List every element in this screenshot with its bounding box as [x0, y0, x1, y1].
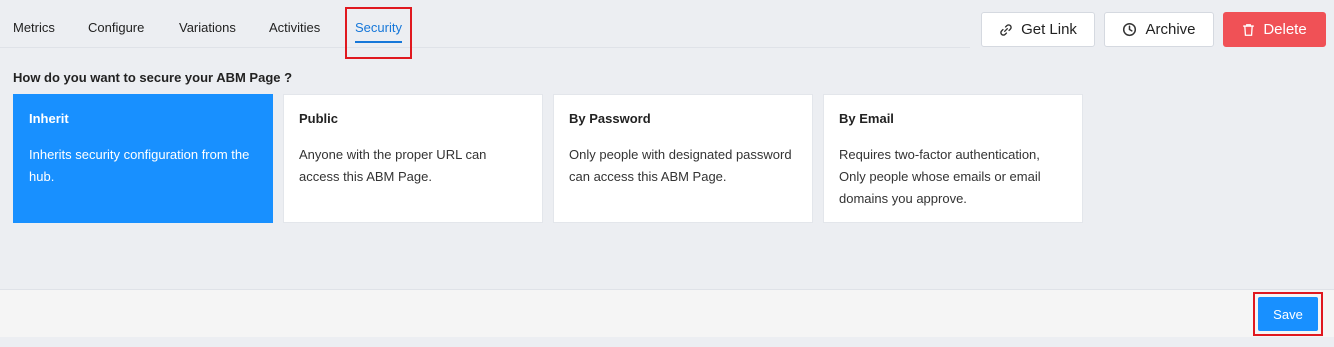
security-question: How do you want to secure your ABM Page …: [13, 70, 293, 85]
tab-metrics[interactable]: Metrics: [13, 20, 55, 35]
link-icon: [999, 23, 1013, 37]
tab-variations[interactable]: Variations: [179, 20, 236, 35]
get-link-label: Get Link: [1021, 21, 1077, 38]
option-title: Inherit: [29, 111, 69, 126]
save-button[interactable]: Save: [1258, 297, 1318, 331]
option-title: By Password: [569, 111, 651, 126]
option-title: Public: [299, 111, 339, 126]
option-card-inherit[interactable]: Inherit Inherits security configuration …: [13, 94, 273, 223]
option-description: Requires two-factor authentication, Only…: [839, 147, 1041, 206]
option-title: By Email: [839, 111, 894, 126]
trash-icon: [1242, 23, 1255, 37]
option-description: Anyone with the proper URL can access th…: [299, 147, 487, 184]
archive-button[interactable]: Archive: [1104, 12, 1214, 47]
option-card-by-password[interactable]: By Password Only people with designated …: [553, 94, 813, 223]
tab-bar: Metrics Configure Variations Activities …: [0, 0, 970, 48]
delete-label: Delete: [1263, 21, 1307, 38]
footer-bar: [0, 289, 1334, 337]
option-description: Inherits security configuration from the…: [29, 147, 250, 184]
tab-security[interactable]: Security: [355, 20, 402, 35]
option-card-public[interactable]: Public Anyone with the proper URL can ac…: [283, 94, 543, 223]
active-tab-indicator: [355, 41, 402, 43]
tab-activities[interactable]: Activities: [269, 20, 320, 35]
archive-label: Archive: [1145, 21, 1196, 38]
option-card-by-email[interactable]: By Email Requires two-factor authenticat…: [823, 94, 1083, 223]
clock-icon: [1122, 22, 1137, 37]
option-description: Only people with designated password can…: [569, 147, 792, 184]
get-link-button[interactable]: Get Link: [981, 12, 1095, 47]
delete-button[interactable]: Delete: [1223, 12, 1326, 47]
tab-configure[interactable]: Configure: [88, 20, 144, 35]
